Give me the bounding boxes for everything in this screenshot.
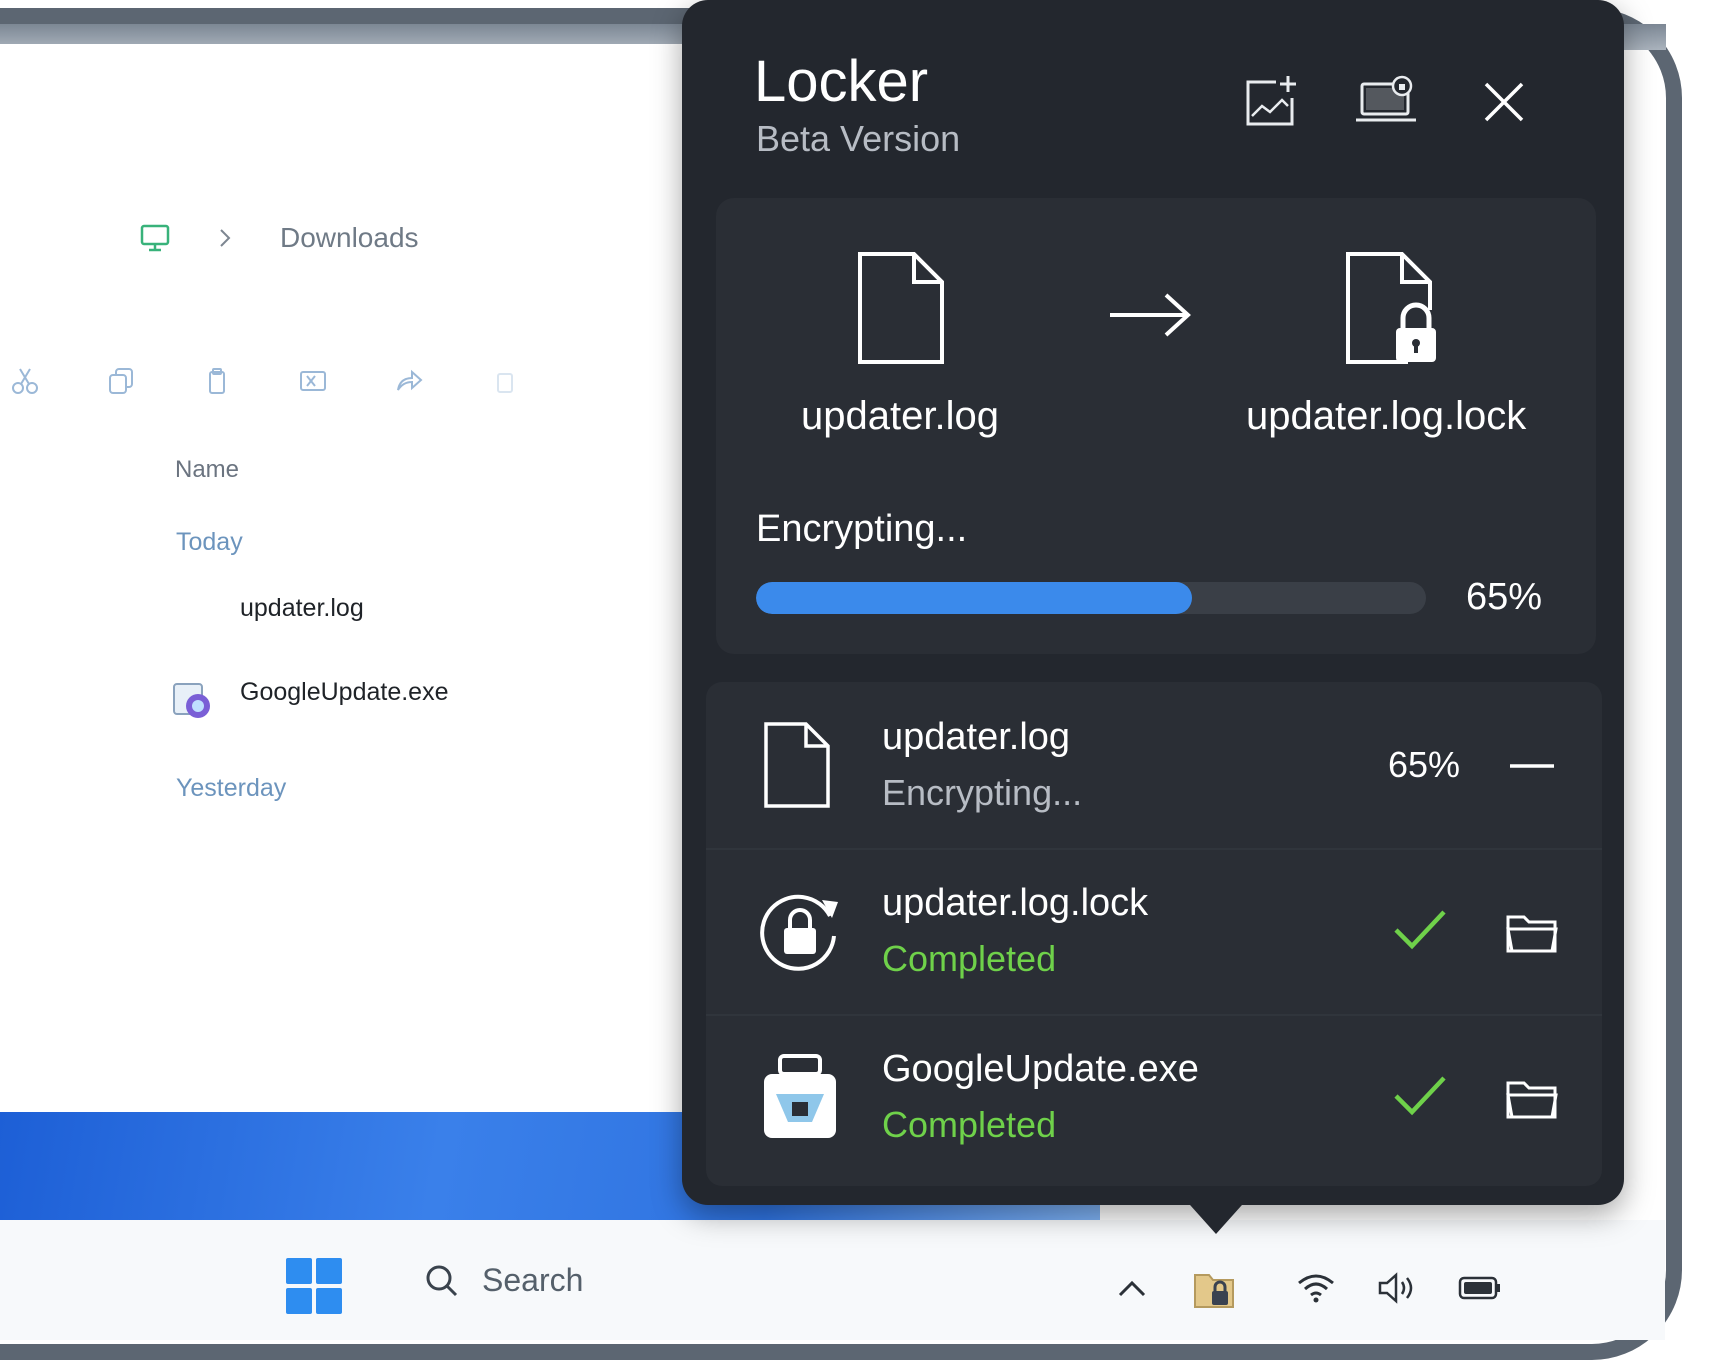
taskbar: Search <box>0 1220 1665 1340</box>
open-folder-button[interactable] <box>1500 1066 1564 1130</box>
current-status: Encrypting... <box>756 508 968 550</box>
laptop-lock-icon <box>1356 75 1416 122</box>
checkmark-icon <box>1394 1076 1446 1116</box>
checkmark-icon <box>1394 910 1446 950</box>
taskbar-search[interactable]: Search <box>424 1262 583 1299</box>
progress-percent: 65% <box>1466 576 1543 618</box>
wifi-icon[interactable] <box>1292 1264 1340 1312</box>
item-name: updater.log.lock <box>882 882 1149 924</box>
panel-title: Locker <box>754 49 929 114</box>
progress-bar <box>756 582 1426 614</box>
search-placeholder: Search <box>482 1262 584 1298</box>
add-image-icon <box>1246 76 1296 126</box>
item-percent: 65% <box>1388 744 1461 785</box>
add-image-button[interactable] <box>1238 70 1302 134</box>
close-icon <box>1484 82 1524 122</box>
breadcrumb: Downloads <box>140 222 419 254</box>
operation-list: updater.log Encrypting... 65% updater.lo… <box>706 682 1602 1186</box>
search-icon <box>426 1265 458 1296</box>
cut-icon[interactable] <box>10 366 40 396</box>
item-status: Completed <box>882 1104 1057 1145</box>
item-status: Encrypting... <box>882 772 1083 813</box>
open-folder-icon <box>1506 1081 1558 1119</box>
panel-pointer <box>1182 1196 1250 1234</box>
list-item[interactable]: updater.log.lock Completed <box>706 848 1602 1016</box>
chevron-up-icon[interactable] <box>1108 1264 1156 1312</box>
locker-tray-icon[interactable] <box>1190 1264 1238 1312</box>
file-icon <box>764 722 830 808</box>
group-yesterday[interactable]: Yesterday <box>176 774 286 803</box>
source-file-icon <box>858 252 944 364</box>
monitor-icon[interactable] <box>140 223 170 253</box>
open-folder-button[interactable] <box>1500 900 1564 964</box>
battery-icon[interactable] <box>1456 1264 1504 1312</box>
locked-file-icon <box>1346 252 1436 364</box>
current-operation-card: updater.log updater.log.lock Encrypting.… <box>716 198 1596 654</box>
source-file-name: updater.log <box>801 394 999 438</box>
panel-subtitle: Beta Version <box>756 118 961 159</box>
locker-panel: Locker Beta Version updater.log updater.… <box>682 0 1624 1205</box>
open-folder-icon <box>1506 915 1558 953</box>
list-item[interactable]: GoogleUpdate.exe Completed <box>706 1014 1602 1180</box>
file-explorer-window: Downloads Name Today updater.log GoogleU… <box>0 44 690 1114</box>
list-item[interactable]: updater.log Encrypting... 65% <box>706 682 1602 850</box>
progress-fill <box>756 582 1192 614</box>
arrow-right-icon <box>1110 293 1191 337</box>
file-updater-log[interactable]: updater.log <box>240 594 364 623</box>
target-file-name: updater.log.lock <box>1246 394 1527 438</box>
file-googleupdate-exe[interactable]: GoogleUpdate.exe <box>240 678 448 707</box>
minimize-icon <box>1510 764 1554 768</box>
installer-icon <box>764 1054 836 1138</box>
delete-icon[interactable] <box>490 366 520 396</box>
column-header-name[interactable]: Name <box>175 456 239 484</box>
laptop-lock-button[interactable] <box>1354 70 1418 134</box>
rename-icon[interactable] <box>298 366 328 396</box>
chevron-right-icon <box>220 229 231 247</box>
minimize-button[interactable] <box>1500 734 1564 798</box>
copy-icon[interactable] <box>106 366 136 396</box>
item-name: updater.log <box>882 716 1071 758</box>
breadcrumb-folder[interactable]: Downloads <box>280 222 419 254</box>
lock-refresh-icon <box>760 894 838 971</box>
volume-icon[interactable] <box>1374 1264 1422 1312</box>
googleupdate-file-icon <box>173 683 210 718</box>
share-icon[interactable] <box>394 366 424 396</box>
item-name: GoogleUpdate.exe <box>882 1048 1199 1090</box>
group-today[interactable]: Today <box>176 528 243 557</box>
explorer-toolbar <box>10 366 520 396</box>
paste-icon[interactable] <box>202 366 232 396</box>
start-button[interactable] <box>286 1258 342 1314</box>
close-button[interactable] <box>1472 70 1536 134</box>
item-status: Completed <box>882 938 1057 979</box>
